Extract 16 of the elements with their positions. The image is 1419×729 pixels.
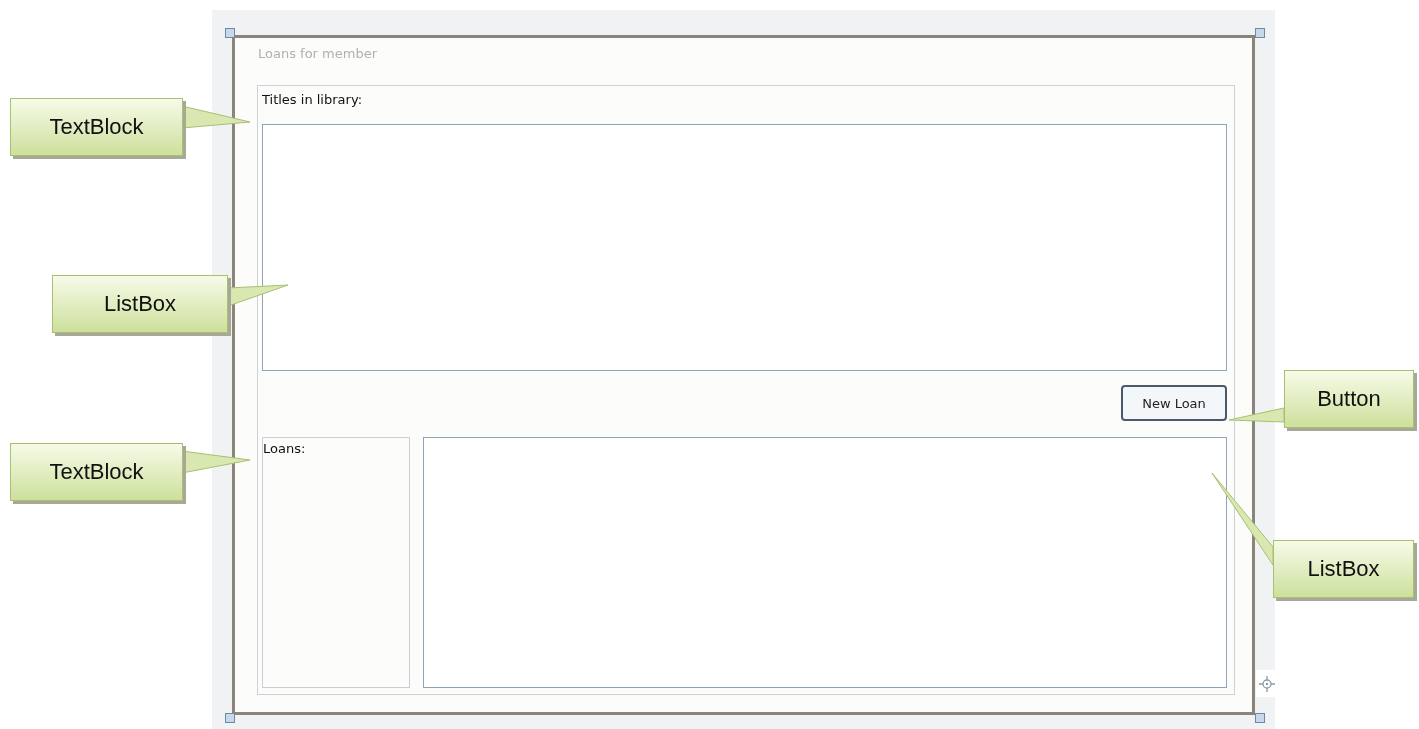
anchor-button[interactable] (1256, 670, 1278, 697)
callout-pointer (1228, 407, 1285, 423)
loans-label: Loans: (263, 441, 306, 456)
selection-handle[interactable] (1255, 28, 1265, 38)
callout: TextBlock (10, 98, 183, 156)
window-title: Loans for member (257, 45, 378, 63)
callout: Button (1284, 370, 1414, 428)
selection-handle[interactable] (1255, 713, 1265, 723)
callout: ListBox (1273, 540, 1414, 598)
callout: ListBox (52, 275, 228, 333)
new-loan-button[interactable]: New Loan (1121, 385, 1227, 421)
callout: TextBlock (10, 443, 183, 501)
selection-handle[interactable] (225, 713, 235, 723)
selection-handle[interactable] (225, 28, 235, 38)
crosshair-icon (1259, 675, 1275, 692)
titles-label: Titles in library: (262, 91, 363, 109)
